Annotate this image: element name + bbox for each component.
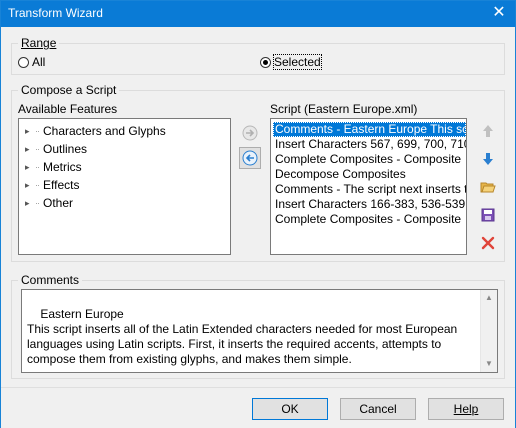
range-selected-label: Selected [273, 54, 322, 70]
folder-open-icon [480, 182, 496, 193]
available-features-label: Available Features [18, 102, 118, 116]
script-list[interactable]: Comments - Eastern Europe This script in… [270, 118, 467, 255]
open-script-button[interactable] [477, 176, 499, 198]
delete-x-icon [481, 236, 495, 250]
script-item[interactable]: Insert Characters 166-383, 536-539, 567 [273, 197, 466, 212]
script-item[interactable]: Comments - The script next inserts the [273, 182, 466, 197]
window-title: Transform Wizard [8, 6, 103, 20]
save-script-button[interactable] [477, 204, 499, 226]
feature-item-metrics[interactable]: ▸ ·· Metrics [25, 158, 82, 176]
transform-wizard-dialog: Transform Wizard ✕ Range All Selected Co… [0, 0, 516, 428]
feature-item-other[interactable]: ▸ ·· Other [25, 194, 73, 212]
delete-script-item-button[interactable] [477, 232, 499, 254]
chevron-right-icon[interactable]: ▸ [25, 198, 35, 209]
script-item[interactable]: Decompose Composites [273, 167, 406, 182]
ok-button[interactable]: OK [252, 398, 328, 420]
feature-item-effects[interactable]: ▸ ·· Effects [25, 176, 79, 194]
feature-item-characters-and-glyphs[interactable]: ▸ ·· Characters and Glyphs [25, 122, 166, 140]
feature-label: Characters and Glyphs [43, 124, 166, 138]
compose-legend: Compose a Script [18, 83, 120, 97]
scroll-down-icon[interactable]: ▼ [481, 356, 497, 372]
feature-item-outlines[interactable]: ▸ ·· Outlines [25, 140, 87, 158]
comments-text[interactable]: Eastern Europe This script inserts all o… [21, 289, 498, 373]
comments-content: Eastern Europe This script inserts all o… [27, 307, 458, 366]
chevron-right-icon[interactable]: ▸ [25, 126, 35, 137]
script-label: Script (Eastern Europe.xml) [270, 102, 418, 116]
save-icon [481, 208, 495, 222]
range-selected-radio[interactable]: Selected [260, 54, 322, 70]
feature-label: Metrics [43, 160, 82, 174]
chevron-right-icon[interactable]: ▸ [25, 162, 35, 173]
chevron-right-icon[interactable]: ▸ [25, 144, 35, 155]
range-all-radio[interactable]: All [18, 55, 45, 69]
move-up-button[interactable] [477, 120, 499, 142]
script-item[interactable]: Comments - Eastern Europe This script in… [273, 122, 466, 137]
range-legend: Range [18, 36, 60, 50]
add-feature-button[interactable] [239, 122, 261, 144]
arrow-left-circle-icon [242, 150, 258, 166]
cancel-button[interactable]: Cancel [340, 398, 416, 420]
title-bar: Transform Wizard ✕ [1, 1, 515, 27]
feature-label: Effects [43, 178, 80, 192]
arrow-down-icon [483, 153, 493, 165]
feature-label: Other [43, 196, 74, 210]
chevron-right-icon[interactable]: ▸ [25, 180, 35, 191]
move-down-button[interactable] [477, 148, 499, 170]
comments-scrollbar[interactable]: ▲ ▼ [480, 290, 497, 372]
range-group [11, 43, 505, 75]
range-all-radio-circle[interactable] [18, 56, 29, 68]
feature-label: Outlines [43, 142, 88, 156]
comments-legend: Comments [18, 273, 83, 287]
available-features-tree[interactable]: ▸ ·· Characters and Glyphs ▸ ·· Outlines ▸… [18, 118, 231, 255]
remove-feature-button[interactable] [239, 147, 261, 169]
range-all-label: All [32, 55, 46, 69]
script-item[interactable]: Complete Composites - Composite [273, 212, 461, 227]
arrow-up-icon [483, 125, 493, 137]
help-button[interactable]: Help [428, 398, 504, 420]
close-icon[interactable]: ✕ [489, 3, 509, 23]
script-item[interactable]: Insert Characters 567, 699, 700, 710, 71… [273, 137, 466, 152]
range-selected-radio-circle[interactable] [260, 56, 271, 68]
script-item[interactable]: Complete Composites - Composite [273, 152, 461, 167]
arrow-right-circle-icon [242, 125, 258, 141]
scroll-up-icon[interactable]: ▲ [481, 290, 497, 306]
